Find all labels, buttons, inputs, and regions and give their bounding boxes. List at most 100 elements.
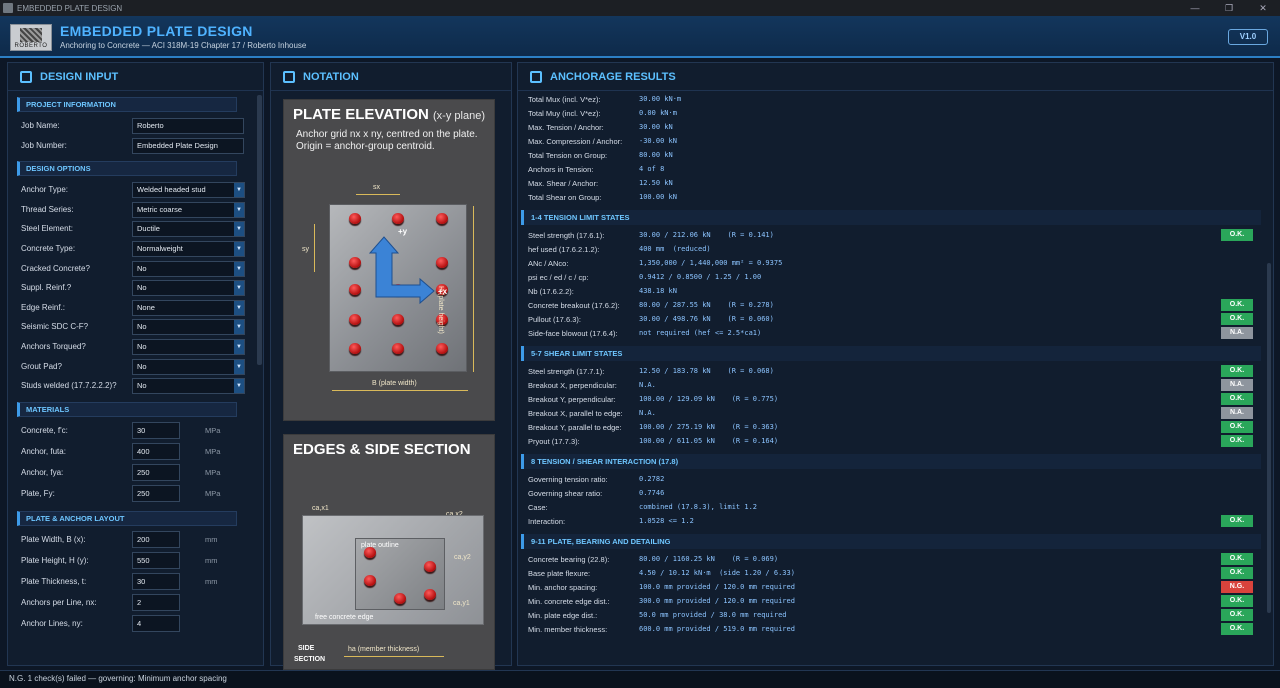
- chevron-down-icon[interactable]: ▼: [234, 359, 244, 374]
- chevron-down-icon[interactable]: ▼: [234, 339, 244, 354]
- plate-height-input[interactable]: 550: [132, 551, 180, 569]
- minimize-icon[interactable]: —: [1178, 3, 1212, 14]
- option-label: Concrete Type:: [21, 243, 76, 253]
- result-row: Concrete breakout (17.6.2): 80.00 / 287.5…: [519, 298, 1265, 312]
- edge-reinf-dropdown[interactable]: None ▼: [132, 299, 245, 316]
- chevron-down-icon[interactable]: ▼: [234, 183, 244, 198]
- result-value: 100.00 / 611.05 kN (R = 0.164): [639, 437, 779, 445]
- result-row: hef used (17.6.2.1.2): 400 mm (reduced): [519, 242, 1265, 256]
- result-value: 400 mm (reduced): [639, 245, 711, 253]
- result-value: 4 of 8: [639, 165, 665, 173]
- job-name-input[interactable]: Roberto: [132, 118, 244, 134]
- project-info-heading: PROJECT INFORMATION: [17, 97, 237, 112]
- ha-label: ha (member thickness): [348, 646, 420, 653]
- result-row: Min. member thickness: 600.0 mm provided …: [519, 622, 1265, 636]
- chevron-down-icon[interactable]: ▼: [234, 300, 244, 315]
- chevron-down-icon[interactable]: ▼: [234, 202, 244, 217]
- layout-row: Plate Height, H (y): 550 mm: [8, 551, 263, 572]
- results-header: ANCHORAGE RESULTS: [518, 63, 1273, 91]
- status-badge: O.K.: [1221, 229, 1253, 241]
- anchor-fya-input[interactable]: 250: [132, 463, 180, 481]
- chevron-down-icon[interactable]: ▼: [234, 241, 244, 256]
- option-label: Steel Element:: [21, 224, 74, 234]
- b-label: B (plate width): [372, 380, 417, 387]
- suppl-reinf-dropdown[interactable]: No ▼: [132, 280, 245, 297]
- result-label: Min. concrete edge dist.:: [528, 597, 610, 606]
- ha-dimension-line: [344, 656, 444, 657]
- concrete-type-dropdown[interactable]: Normalweight ▼: [132, 240, 245, 257]
- chevron-down-icon[interactable]: ▼: [234, 222, 244, 237]
- studs-welded-dropdown[interactable]: No ▼: [132, 378, 245, 395]
- tension-heading: 1-4 TENSION LIMIT STATES: [521, 210, 1261, 225]
- app-title: EMBEDDED PLATE DESIGN: [60, 23, 253, 39]
- h-dimension-line: [473, 206, 474, 372]
- cracked-concrete-dropdown[interactable]: No ▼: [132, 260, 245, 277]
- layout-label: Plate Width, B (x):: [21, 534, 86, 544]
- option-label: Edge Reinf.:: [21, 302, 66, 312]
- close-icon[interactable]: ✕: [1246, 3, 1280, 14]
- sx-dimension-line: [356, 194, 400, 195]
- plate-fy-input[interactable]: 250: [132, 484, 180, 502]
- result-value: 0.00 kN·m: [639, 109, 677, 117]
- document-icon: [283, 70, 295, 83]
- result-row: Case: combined (17.8.3), limit 1.2: [519, 500, 1265, 514]
- option-row: Edge Reinf.: None ▼: [8, 298, 263, 318]
- results-scrollbar[interactable]: [1267, 263, 1271, 613]
- result-label: Side-face blowout (17.6.4):: [528, 329, 618, 338]
- chevron-down-icon[interactable]: ▼: [234, 320, 244, 335]
- grout-pad-dropdown[interactable]: No ▼: [132, 358, 245, 375]
- result-label: hef used (17.6.2.1.2):: [528, 245, 600, 254]
- result-label: ANc / ANco:: [528, 259, 569, 268]
- layout-row: Anchors per Line, nx: 2: [8, 593, 263, 614]
- maximize-icon[interactable]: ❐: [1212, 3, 1246, 14]
- result-label: Steel strength (17.7.1):: [528, 367, 605, 376]
- result-label: Anchors in Tension:: [528, 165, 594, 174]
- job-number-label: Job Number:: [21, 140, 67, 150]
- plate-width-input[interactable]: 200: [132, 530, 180, 548]
- result-label: Concrete bearing (22.8):: [528, 555, 610, 564]
- unit-label: MPa: [205, 425, 221, 435]
- result-value: 100.0 mm provided / 120.0 mm required: [639, 583, 795, 591]
- anchors-torqued-dropdown[interactable]: No ▼: [132, 338, 245, 355]
- concrete-fc-input[interactable]: 30: [132, 421, 180, 439]
- status-badge: O.K.: [1221, 553, 1253, 565]
- result-label: Max. Shear / Anchor:: [528, 179, 599, 188]
- material-row: Anchor, fya: 250 MPa: [8, 463, 263, 484]
- result-label: Min. anchor spacing:: [528, 583, 598, 592]
- result-row: Max. Tension / Anchor: 30.00 kN: [519, 120, 1265, 134]
- job-number-input[interactable]: Embedded Plate Design: [132, 137, 244, 154]
- chevron-down-icon[interactable]: ▼: [234, 261, 244, 276]
- option-label: Suppl. Reinf.?: [21, 283, 72, 293]
- result-value: 12.50 kN: [639, 179, 673, 187]
- result-row: psi ec / ed / c / cp: 0.9412 / 0.8500 / 1…: [519, 270, 1265, 284]
- interaction-heading: 8 TENSION / SHEAR INTERACTION (17.8): [521, 454, 1261, 469]
- material-label: Concrete, f'c:: [21, 425, 68, 435]
- result-row: Steel strength (17.7.1): 12.50 / 183.78 k…: [519, 364, 1265, 378]
- result-label: Total Shear on Group:: [528, 193, 602, 202]
- anchor-type-dropdown[interactable]: Welded headed stud ▼: [132, 182, 245, 199]
- unit-label: MPa: [205, 488, 221, 498]
- result-label: Nb (17.6.2.2):: [528, 287, 574, 296]
- result-label: Base plate flexure:: [528, 569, 591, 578]
- chevron-down-icon[interactable]: ▼: [234, 281, 244, 296]
- result-label: Pryout (17.7.3):: [528, 437, 580, 446]
- result-value: 100.00 / 275.19 kN (R = 0.363): [639, 423, 779, 431]
- results-content: Total Mux (incl. V*ez): 30.00 kN·m Total M…: [519, 92, 1265, 665]
- chevron-down-icon[interactable]: ▼: [234, 379, 244, 394]
- app-header: ROBERTO EMBEDDED PLATE DESIGN Anchoring …: [0, 16, 1280, 58]
- notation-header: NOTATION: [271, 63, 511, 91]
- anchor-futa-input[interactable]: 400: [132, 442, 180, 460]
- plate-thickness-input[interactable]: 30: [132, 572, 180, 590]
- anchor-lines-input[interactable]: 4: [132, 614, 180, 632]
- steel-element-dropdown[interactable]: Ductile ▼: [132, 221, 245, 238]
- material-label: Anchor, futa:: [21, 446, 66, 456]
- seismic-dropdown[interactable]: No ▼: [132, 319, 245, 336]
- result-label: Breakout Y, parallel to edge:: [528, 423, 622, 432]
- save-icon: [530, 70, 542, 83]
- unit-label: mm: [205, 555, 218, 565]
- status-badge: O.K.: [1221, 609, 1253, 621]
- thread-series-dropdown[interactable]: Metric coarse ▼: [132, 201, 245, 218]
- ruler-icon: [20, 70, 32, 83]
- option-row: Anchor Type: Welded headed stud ▼: [8, 180, 263, 200]
- anchors-per-line-input[interactable]: 2: [132, 593, 180, 611]
